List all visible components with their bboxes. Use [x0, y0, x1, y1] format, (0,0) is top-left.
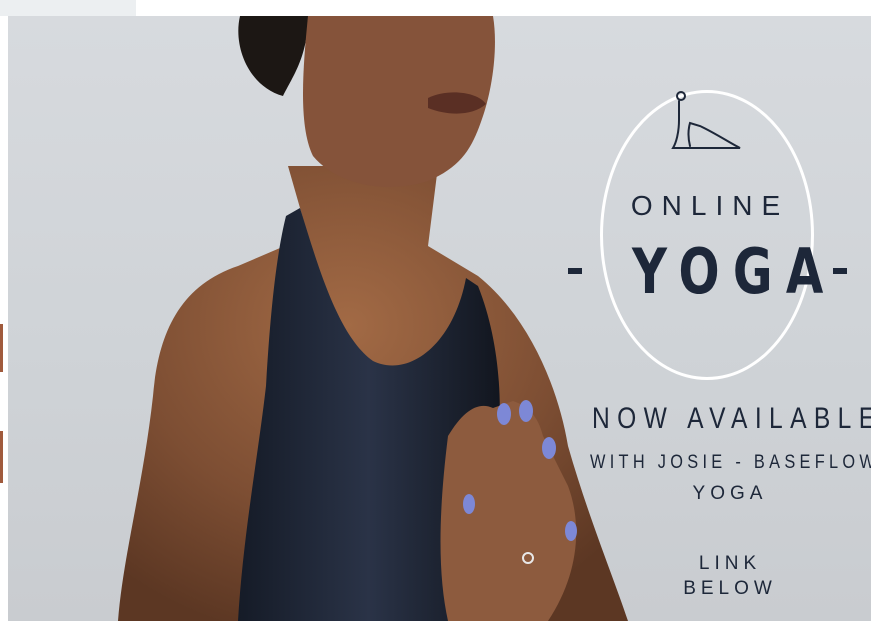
cta-link: LINK [698, 553, 762, 574]
availability-text: NOW AVAILABLE [592, 402, 871, 435]
cta-below: BELOW [683, 578, 777, 599]
instructor-text: WITH JOSIE - BASEFLOW [590, 452, 871, 473]
yoga-pose-icon [671, 91, 741, 149]
nail [519, 400, 533, 422]
left-edge [0, 16, 8, 621]
dash-right [833, 268, 847, 274]
top-strip [0, 0, 871, 16]
nail [565, 521, 577, 541]
promo-image: ONLINE YOGA NOW AVAILABLE WITH JOSIE - B… [0, 0, 871, 621]
heading-yoga: YOGA [632, 235, 837, 308]
nail [497, 403, 511, 425]
nail [542, 437, 556, 459]
left-edge-mark [0, 431, 3, 483]
heading-online: ONLINE [630, 190, 790, 221]
hair [238, 16, 308, 96]
left-edge-mark [0, 324, 3, 372]
dash-left [568, 268, 582, 274]
top-strip-left [0, 0, 136, 16]
instructor-text-2: YOGA [692, 483, 768, 504]
nail [463, 494, 475, 514]
